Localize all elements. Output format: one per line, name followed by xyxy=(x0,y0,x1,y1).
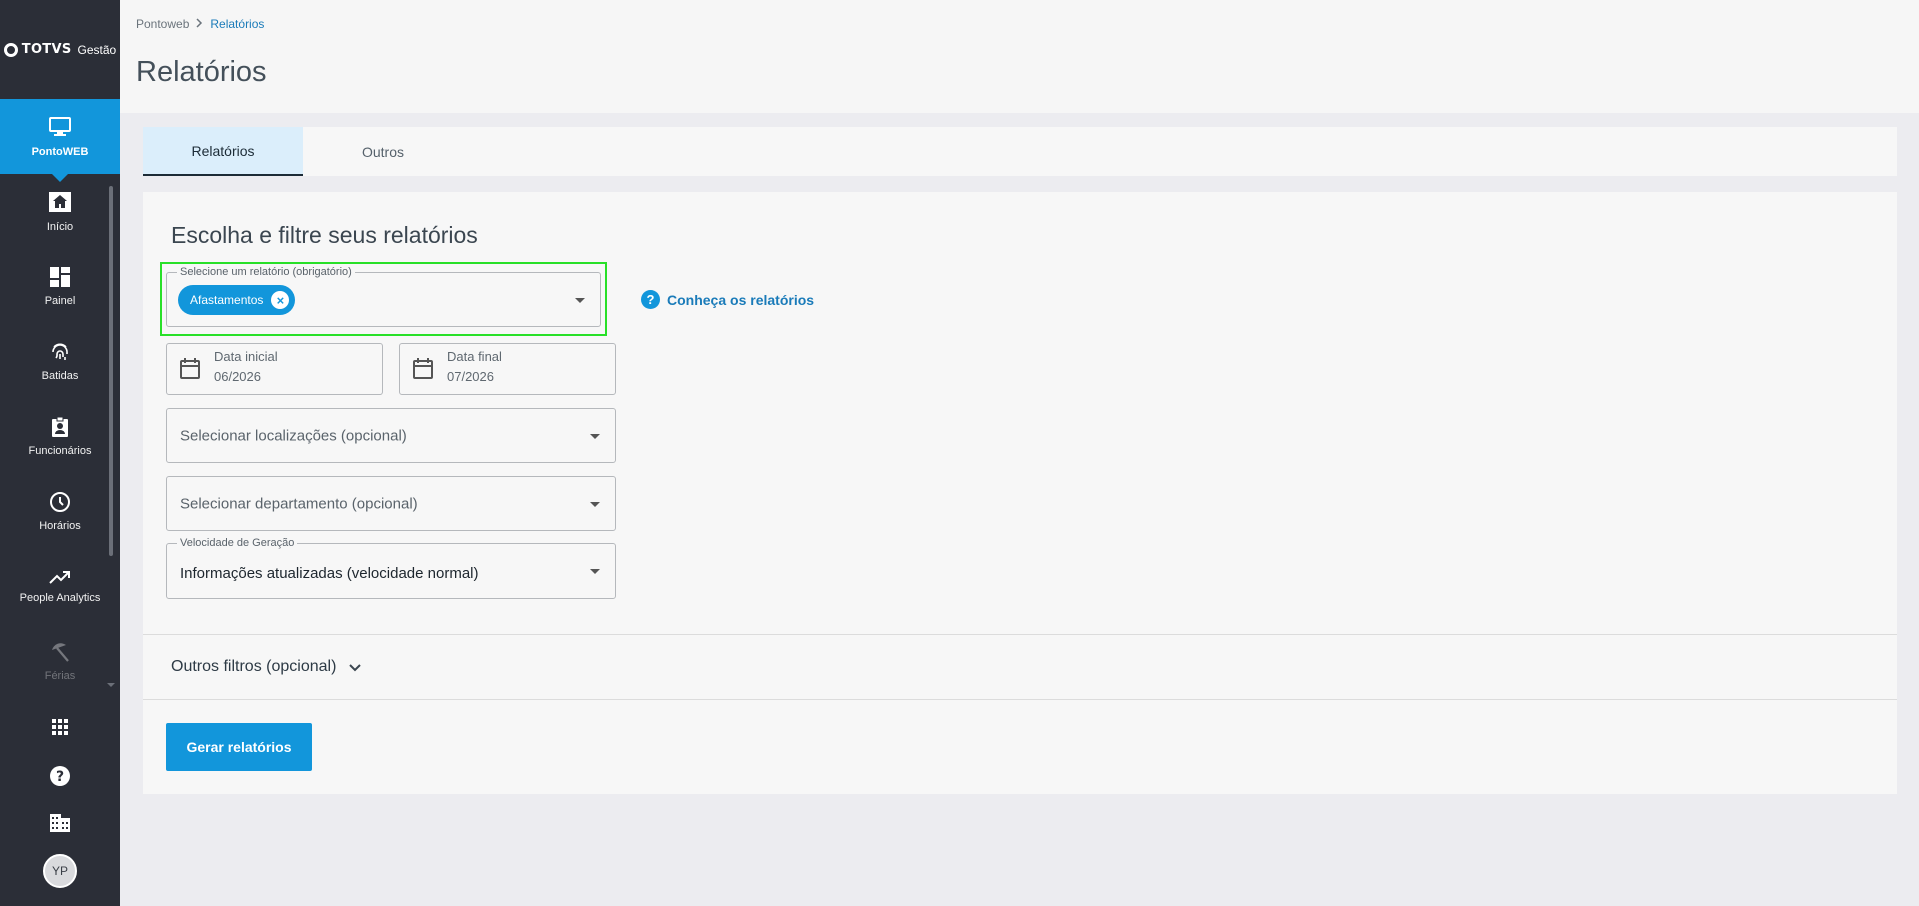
sidebar-item-label: People Analytics xyxy=(19,592,101,604)
calendar-icon xyxy=(180,358,200,379)
breadcrumb-current: Relatórios xyxy=(210,17,265,31)
sidebar-item-label: Batidas xyxy=(41,370,79,382)
page-header: Pontoweb Relatórios Relatórios xyxy=(120,0,1919,113)
badge-icon xyxy=(52,416,68,437)
calendar-icon xyxy=(413,358,433,379)
dropdown-arrow-icon[interactable] xyxy=(590,501,600,507)
generation-speed-value: Informações atualizadas (velocidade norm… xyxy=(180,565,479,583)
monitor-icon xyxy=(49,116,71,136)
sidebar-item-batidas[interactable]: Batidas xyxy=(0,324,120,399)
chevron-right-icon xyxy=(196,17,203,31)
start-date-value: 06/2026 xyxy=(214,369,261,384)
end-date-label: Data final xyxy=(447,349,502,364)
beach-umbrella-icon xyxy=(52,643,69,662)
brand-name: TOTVS xyxy=(21,42,72,57)
fingerprint-icon xyxy=(52,343,68,360)
app-label: PontoWEB xyxy=(31,145,89,158)
end-date-value: 07/2026 xyxy=(447,369,494,384)
sidebar-item-label: Início xyxy=(46,221,74,233)
learn-reports-link[interactable]: ? Conheça os relatórios xyxy=(641,290,814,309)
sidebar-scrollbar[interactable] xyxy=(109,186,113,556)
report-select-legend: Selecione um relatório (obrigatório) xyxy=(177,266,355,278)
report-select[interactable]: Selecione um relatório (obrigatório) Afa… xyxy=(166,266,601,327)
start-date-field[interactable]: Data inicial 06/2026 xyxy=(166,343,383,395)
chip-remove-icon[interactable]: × xyxy=(271,291,290,309)
apps-grid-button[interactable] xyxy=(0,718,120,736)
dashboard-icon xyxy=(50,267,70,287)
divider xyxy=(143,634,1897,635)
sidebar-item-label: Horários xyxy=(39,520,81,532)
department-select[interactable]: Selecionar departamento (opcional) xyxy=(166,476,616,531)
sidebar-item-people-analytics[interactable]: People Analytics xyxy=(0,549,120,624)
report-filter-card: Escolha e filtre seus relatórios Selecio… xyxy=(143,192,1897,794)
section-title: Escolha e filtre seus relatórios xyxy=(171,222,478,248)
breadcrumb: Pontoweb Relatórios xyxy=(136,17,264,31)
tab-bar: Relatórios Outros xyxy=(143,127,1897,176)
end-date-field[interactable]: Data final 07/2026 xyxy=(399,343,616,395)
help-icon: ? xyxy=(641,290,660,309)
sidebar-tools: ? YP xyxy=(0,691,120,906)
chip-label: Afastamentos xyxy=(190,293,264,307)
sidebar-item-label: Férias xyxy=(44,670,76,682)
sidebar-item-label: Funcionários xyxy=(28,445,92,457)
dropdown-arrow-icon[interactable] xyxy=(590,569,600,574)
dropdown-arrow-icon[interactable] xyxy=(590,433,600,439)
app-pontoweb[interactable]: PontoWEB xyxy=(0,99,120,182)
sidebar-item-inicio[interactable]: Início xyxy=(0,174,120,249)
brand-logo[interactable]: TOTVS Gestão xyxy=(0,0,120,99)
generation-speed-legend: Velocidade de Geração xyxy=(177,537,298,549)
company-button[interactable] xyxy=(0,813,120,833)
generate-reports-button[interactable]: Gerar relatórios xyxy=(166,723,312,771)
more-filters-toggle[interactable]: Outros filtros (opcional) xyxy=(171,658,362,676)
svg-text:?: ? xyxy=(56,769,64,785)
sidebar-item-painel[interactable]: Painel xyxy=(0,249,120,324)
sidebar-item-funcionarios[interactable]: Funcionários xyxy=(0,399,120,474)
dropdown-arrow-icon[interactable] xyxy=(575,297,585,303)
generation-speed-select[interactable]: Velocidade de Geração Informações atuali… xyxy=(166,537,616,599)
more-filters-label: Outros filtros (opcional) xyxy=(171,658,337,675)
clock-icon xyxy=(50,492,70,512)
chevron-down-icon xyxy=(349,663,362,671)
tab-relatorios[interactable]: Relatórios xyxy=(143,127,303,176)
user-avatar-button[interactable]: YP xyxy=(0,854,120,888)
brand-suffix: Gestão xyxy=(77,42,117,57)
start-date-label: Data inicial xyxy=(214,349,278,364)
divider xyxy=(143,699,1897,700)
sidebar: TOTVS Gestão PontoWEB Início Painel Bati… xyxy=(0,0,120,906)
sidebar-nav: Início Painel Batidas Funcionários Horár… xyxy=(0,174,120,691)
department-placeholder: Selecionar departamento (opcional) xyxy=(180,495,418,512)
selected-report-chip: Afastamentos × xyxy=(178,285,296,315)
locations-select[interactable]: Selecionar localizações (opcional) xyxy=(166,408,616,463)
home-icon xyxy=(49,192,71,212)
breadcrumb-root[interactable]: Pontoweb xyxy=(136,17,189,31)
sidebar-item-horarios[interactable]: Horários xyxy=(0,474,120,549)
sidebar-item-label: Painel xyxy=(44,295,76,307)
trending-up-icon xyxy=(49,571,70,584)
building-icon xyxy=(50,814,70,832)
sidebar-item-ferias[interactable]: Férias xyxy=(0,624,120,691)
tab-outros[interactable]: Outros xyxy=(303,127,463,176)
totvs-logo-icon xyxy=(3,42,18,57)
locations-placeholder: Selecionar localizações (opcional) xyxy=(180,427,407,444)
apps-grid-icon xyxy=(52,719,68,735)
help-circle-icon: ? xyxy=(50,766,70,786)
learn-reports-label: Conheça os relatórios xyxy=(667,291,815,308)
scroll-down-arrow-icon[interactable] xyxy=(107,683,115,687)
page-title: Relatórios xyxy=(136,56,267,88)
help-button[interactable]: ? xyxy=(0,765,120,787)
avatar: YP xyxy=(43,854,77,888)
